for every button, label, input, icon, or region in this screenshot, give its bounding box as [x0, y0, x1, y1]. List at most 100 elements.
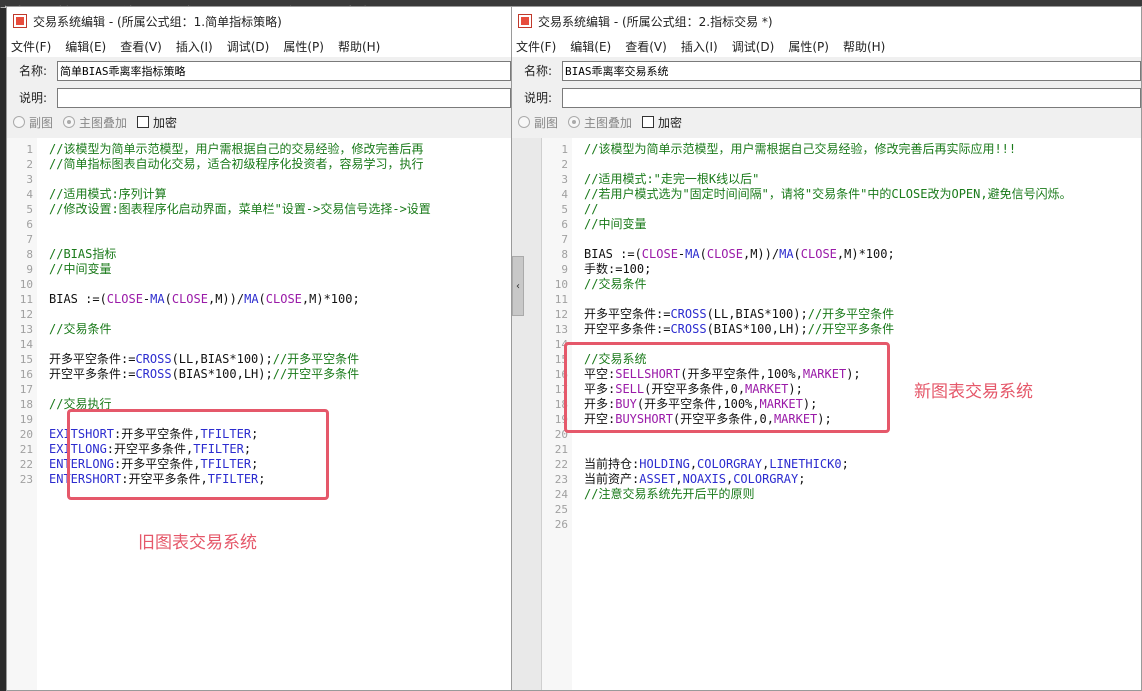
line-number: 23 [19, 473, 33, 486]
code-line: 当前持仓:HOLDING,COLORGRAY,LINETHICK0; [584, 457, 1141, 472]
menu-item[interactable]: 属性(P) [283, 38, 324, 55]
code-line: // [584, 202, 1141, 217]
main-overlay-radio[interactable]: 主图叠加 [63, 114, 127, 131]
code-token: //开多平空条件 [272, 352, 360, 366]
code-line: 当前资产:ASSET,NOAXIS,COLORGRAY; [584, 472, 1141, 487]
left-desc-row: 说明: [7, 84, 511, 111]
code-token: HOLDING [639, 457, 690, 471]
menu-item[interactable]: 文件(F) [11, 38, 51, 55]
line-number: 11 [554, 293, 568, 306]
menu-item[interactable]: 插入(I) [681, 38, 718, 55]
menu-item[interactable]: 帮助(H) [843, 38, 885, 55]
menu-item[interactable]: 文件(F) [516, 38, 556, 55]
menu-item[interactable]: 帮助(H) [338, 38, 380, 55]
menu-item[interactable]: 插入(I) [176, 38, 213, 55]
sub-chart-radio[interactable]: 副图 [518, 114, 558, 131]
name-label: 名称: [524, 64, 553, 78]
right-desc-row: 说明: [512, 84, 1141, 111]
menu-item[interactable]: 编辑(E) [570, 38, 611, 55]
line-number: 7 [26, 233, 33, 246]
menu-item[interactable]: 编辑(E) [65, 38, 106, 55]
line-number: 26 [554, 518, 568, 531]
code-token: //BIAS指标 [49, 247, 117, 261]
code-token: ,M)*100; [836, 247, 895, 261]
radio-icon [13, 116, 25, 128]
line-number: 17 [19, 383, 33, 396]
main-overlay-radio[interactable]: 主图叠加 [568, 114, 632, 131]
code-line: 开多平空条件:=CROSS(LL,BIAS*100);//开多平空条件 [49, 352, 511, 367]
right-desc-input[interactable] [562, 87, 1141, 108]
code-token: MA [244, 292, 259, 306]
menu-item[interactable]: 调试(D) [227, 38, 270, 55]
left-titlebar[interactable]: 交易系统编辑 - (所属公式组：1.简单指标策略) [7, 7, 511, 35]
code-token: //适用模式:"走完一根K线以后" [584, 172, 760, 186]
line-number: 8 [26, 248, 33, 261]
code-line: BIAS :=(CLOSE-MA(CLOSE,M))/MA(CLOSE,M)*1… [49, 292, 511, 307]
line-number: 6 [561, 218, 568, 231]
line-number: 14 [19, 338, 33, 351]
line-number: 3 [561, 173, 568, 186]
left-desc-input[interactable] [57, 87, 511, 108]
code-line: //BIAS指标 [49, 247, 511, 262]
line-number: 5 [26, 203, 33, 216]
menu-item[interactable]: 查看(V) [625, 38, 667, 55]
code-token: 开多平空条件:= [49, 352, 136, 366]
right-name-input[interactable] [562, 60, 1141, 81]
line-number: 4 [26, 188, 33, 201]
new-system-annotation: 新图表交易系统 [914, 382, 1033, 402]
code-token: (LL,BIAS*100); [171, 352, 273, 366]
menu-item[interactable]: 查看(V) [120, 38, 162, 55]
desc-label: 说明: [19, 91, 48, 105]
line-number: 21 [554, 443, 568, 456]
right-window-title: 交易系统编辑 - (所属公式组：2.指标交易 *) [538, 14, 773, 29]
left-name-input[interactable] [57, 60, 511, 81]
left-name-row: 名称: [7, 57, 511, 84]
right-side-panel: ‹ [512, 138, 542, 690]
code-token: //该模型为简单示范模型，用户需根据自己交易经验，修改完善后再实际应用!!! [584, 142, 1017, 156]
code-line: 开空平多条件:=CROSS(BIAS*100,LH);//开空平多条件 [49, 367, 511, 382]
code-token: 当前持仓: [584, 457, 640, 471]
code-token: //注意交易系统先开后平的原则 [584, 487, 755, 501]
code-token: NOAXIS [682, 472, 726, 486]
code-token: CLOSE [106, 292, 143, 306]
code-token: //若用户模式选为"固定时间间隔"，请将"交易条件"中的CLOSE改为OPEN,… [584, 187, 1072, 201]
app-icon [518, 14, 532, 28]
code-token: ASSET [639, 472, 676, 486]
sub-chart-radio[interactable]: 副图 [13, 114, 53, 131]
code-token: CROSS [135, 352, 172, 366]
code-token: //简单指标图表自动化交易，适合初级程序化投资者，容易学习，执行 [49, 157, 424, 171]
code-token: BIAS :=( [49, 292, 107, 306]
old-system-highlight [67, 409, 329, 500]
line-number: 20 [19, 428, 33, 441]
code-token: CLOSE [641, 247, 678, 261]
code-line: //简单指标图表自动化交易，适合初级程序化投资者，容易学习，执行 [49, 157, 511, 172]
line-number: 4 [561, 188, 568, 201]
line-number: 2 [561, 158, 568, 171]
line-number: 13 [19, 323, 33, 336]
line-number: 1 [561, 143, 568, 156]
code-token: ( [164, 292, 172, 306]
line-number: 5 [561, 203, 568, 216]
line-number: 24 [554, 488, 568, 501]
menu-item[interactable]: 调试(D) [732, 38, 775, 55]
collapse-panel-button[interactable]: ‹ [512, 256, 524, 316]
code-token: CLOSE [171, 292, 208, 306]
code-line: //若用户模式选为"固定时间间隔"，请将"交易条件"中的CLOSE改为OPEN,… [584, 187, 1141, 202]
old-system-annotation: 旧图表交易系统 [138, 533, 257, 553]
app-icon [13, 14, 27, 28]
encrypt-checkbox[interactable]: 加密 [642, 114, 682, 131]
menu-item[interactable]: 属性(P) [788, 38, 829, 55]
encrypt-checkbox[interactable]: 加密 [137, 114, 177, 131]
right-titlebar[interactable]: 交易系统编辑 - (所属公式组：2.指标交易 *) [512, 7, 1141, 35]
code-token: //交易条件 [49, 322, 112, 336]
code-token: ; [798, 472, 806, 486]
code-token: //中间变量 [584, 217, 647, 231]
